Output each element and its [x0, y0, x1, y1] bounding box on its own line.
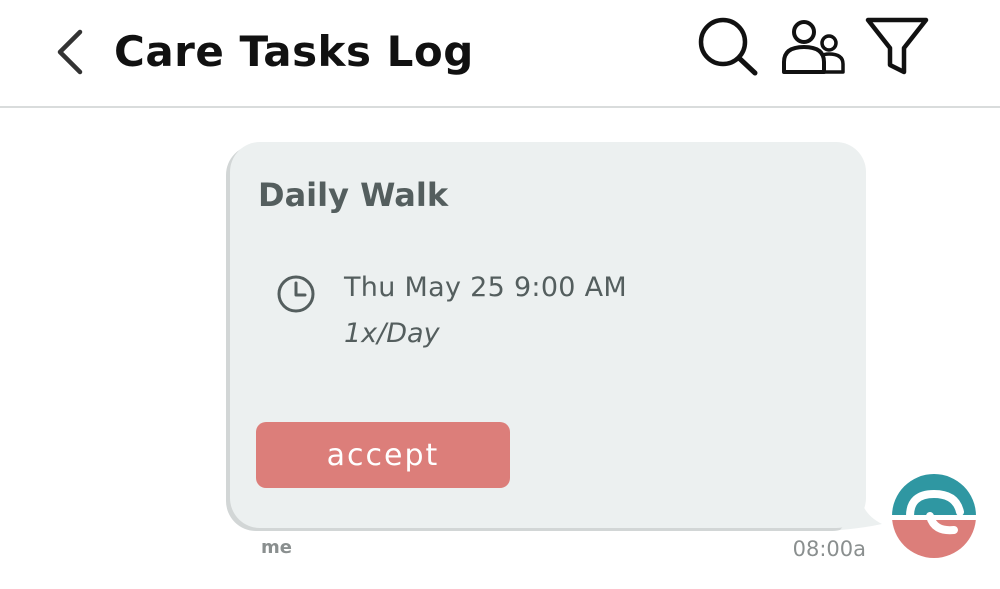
- clock-icon: [276, 274, 316, 314]
- task-frequency: 1x/Day: [344, 318, 440, 349]
- app-header: Care Tasks Log: [0, 0, 1000, 106]
- message-timestamp: 08:00a: [792, 537, 866, 561]
- back-button[interactable]: [50, 26, 94, 78]
- avatar-logo-icon: [890, 474, 978, 558]
- bubble-tail: [840, 494, 884, 530]
- people-button[interactable]: [777, 10, 847, 80]
- accept-button[interactable]: accept: [256, 422, 510, 488]
- chevron-left-icon: [57, 29, 83, 75]
- task-datetime: Thu May 25 9:00 AM: [344, 272, 628, 303]
- filter-button[interactable]: [862, 10, 932, 80]
- task-title: Daily Walk: [258, 176, 449, 214]
- header-divider: [0, 106, 1000, 108]
- page-title: Care Tasks Log: [114, 27, 474, 76]
- filter-icon: [865, 17, 929, 75]
- search-button[interactable]: [693, 10, 763, 80]
- search-icon: [698, 17, 758, 76]
- message-bubble: Daily Walk Thu May 25 9:00 AM 1x/Day acc…: [230, 142, 866, 528]
- sender-label: me: [261, 537, 292, 558]
- app-logo-avatar[interactable]: [890, 472, 978, 560]
- people-icon: [782, 20, 845, 74]
